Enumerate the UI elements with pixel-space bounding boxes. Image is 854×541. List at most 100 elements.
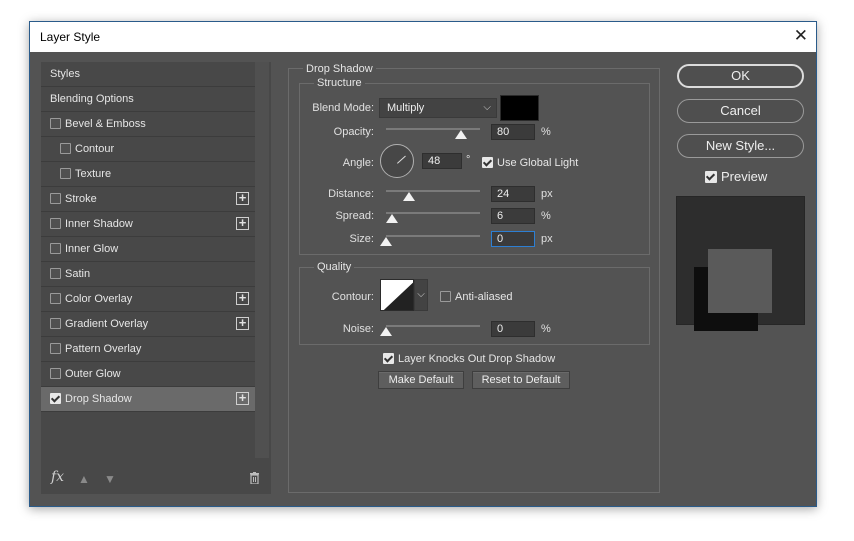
noise-input[interactable]: 0 (491, 321, 535, 337)
size-label: Size: (349, 233, 374, 245)
cancel-button[interactable]: Cancel (677, 99, 804, 123)
style-item-blending-options[interactable]: Blending Options (41, 87, 255, 112)
chevron-down-icon: ⌵ (483, 102, 491, 113)
style-checkbox[interactable] (50, 342, 61, 354)
style-item-label: Blending Options (50, 93, 134, 105)
spread-slider[interactable] (386, 212, 480, 214)
size-slider-thumb[interactable] (380, 237, 392, 246)
style-checkbox[interactable] (50, 242, 61, 254)
style-checkbox[interactable] (50, 292, 61, 304)
spread-unit: % (541, 210, 551, 222)
style-item-label: Styles (50, 68, 80, 80)
style-item-outer-glow[interactable]: Outer Glow (41, 362, 255, 387)
anti-aliased-label: Anti-aliased (455, 291, 513, 303)
knocks-out-checkbox[interactable]: Layer Knocks Out Drop Shadow (383, 352, 556, 365)
size-unit: px (541, 233, 553, 245)
move-up-icon[interactable]: ▲ (78, 472, 90, 486)
style-item-styles[interactable]: Styles (41, 62, 255, 87)
angle-dial[interactable] (380, 144, 414, 178)
noise-label: Noise: (342, 323, 374, 335)
move-down-icon[interactable]: ▼ (104, 472, 116, 486)
style-item-bevel-emboss[interactable]: Bevel & Emboss (41, 112, 255, 137)
anti-aliased-checkbox[interactable]: Anti-aliased (440, 290, 513, 303)
ok-button[interactable]: OK (677, 64, 804, 88)
preview-checkbox[interactable]: Preview (705, 169, 767, 184)
angle-input[interactable]: 48 (422, 153, 462, 169)
style-item-contour[interactable]: Contour (41, 137, 255, 162)
angle-label: Angle: (342, 157, 374, 169)
contour-dropdown-chevron-icon[interactable]: ⌵ (414, 279, 428, 311)
opacity-slider-thumb[interactable] (455, 130, 468, 139)
reset-to-default-button[interactable]: Reset to Default (472, 371, 570, 389)
spread-label: Spread: (335, 210, 374, 222)
style-checkbox[interactable] (50, 117, 61, 129)
style-item-pattern-overlay[interactable]: Pattern Overlay (41, 337, 255, 362)
style-checkbox[interactable] (50, 217, 61, 229)
add-effect-icon[interactable]: + (236, 291, 249, 305)
close-icon[interactable]: ✕ (794, 26, 808, 46)
style-item-label: Outer Glow (65, 368, 121, 380)
style-checkbox[interactable] (50, 392, 61, 404)
angle-unit: ° (466, 154, 471, 166)
add-effect-icon[interactable]: + (236, 216, 249, 230)
style-item-label: Contour (75, 143, 115, 155)
style-item-label: Inner Shadow (65, 218, 133, 230)
section-title: Drop Shadow (303, 63, 376, 75)
make-default-button[interactable]: Make Default (378, 371, 464, 389)
preview-label: Preview (721, 169, 768, 184)
layer-style-dialog: Layer Style ✕ Styles Blending Options Beve… (29, 21, 817, 507)
noise-slider[interactable] (386, 325, 480, 327)
blend-mode-value: Multiply (387, 102, 425, 114)
use-global-light-checkbox[interactable]: Use Global Light (482, 156, 579, 169)
style-checkbox[interactable] (50, 317, 61, 329)
blend-mode-select[interactable]: Multiply ⌵ (379, 98, 497, 118)
fx-icon[interactable]: fx (51, 469, 64, 485)
style-item-label: Gradient Overlay (65, 318, 149, 330)
opacity-input[interactable]: 80 (491, 124, 535, 140)
noise-slider-thumb[interactable] (380, 327, 392, 336)
distance-input[interactable]: 24 (491, 186, 535, 202)
style-item-label: Texture (75, 168, 112, 180)
structure-legend: Structure (314, 77, 365, 89)
style-item-stroke[interactable]: Stroke + (41, 187, 255, 212)
contour-preview[interactable] (380, 279, 414, 311)
style-item-gradient-overlay[interactable]: Gradient Overlay + (41, 312, 255, 337)
style-checkbox[interactable] (50, 267, 61, 279)
style-checkbox[interactable] (50, 192, 61, 204)
distance-slider[interactable] (386, 190, 480, 192)
style-item-inner-shadow[interactable]: Inner Shadow + (41, 212, 255, 237)
trash-icon[interactable] (249, 472, 260, 487)
style-item-texture[interactable]: Texture (41, 162, 255, 187)
preview-check-icon (705, 170, 717, 183)
add-effect-icon[interactable]: + (236, 316, 249, 330)
use-global-light-label: Use Global Light (497, 157, 579, 169)
style-checkbox[interactable] (60, 142, 71, 154)
structure-group: Structure Blend Mode: Multiply ⌵ Opacity… (299, 77, 650, 255)
shadow-color-swatch[interactable] (500, 95, 539, 121)
spread-slider-thumb[interactable] (385, 214, 398, 223)
style-item-color-overlay[interactable]: Color Overlay + (41, 287, 255, 312)
styles-panel: Styles Blending Options Bevel & Emboss Cont… (41, 62, 271, 494)
quality-group: Quality Contour: ⌵ Anti-aliased Noise: 0… (299, 261, 650, 345)
size-slider[interactable] (386, 235, 480, 237)
style-item-drop-shadow[interactable]: Drop Shadow + (41, 387, 255, 412)
style-item-satin[interactable]: Satin (41, 262, 255, 287)
style-item-label: Drop Shadow (65, 393, 132, 405)
spread-input[interactable]: 6 (491, 208, 535, 224)
add-effect-icon[interactable]: + (236, 191, 249, 205)
anti-aliased-check-icon (440, 290, 451, 302)
style-preview (676, 196, 805, 331)
style-checkbox[interactable] (60, 167, 71, 179)
style-item-label: Pattern Overlay (65, 343, 142, 355)
styles-scrollbar[interactable] (255, 62, 269, 458)
distance-slider-thumb[interactable] (402, 192, 415, 201)
contour-label: Contour: (331, 291, 374, 303)
knocks-out-label: Layer Knocks Out Drop Shadow (398, 353, 556, 365)
distance-unit: px (541, 188, 553, 200)
style-item-label: Stroke (65, 193, 97, 205)
add-effect-icon[interactable]: + (236, 391, 249, 405)
new-style-button[interactable]: New Style... (677, 134, 804, 158)
style-item-inner-glow[interactable]: Inner Glow (41, 237, 255, 262)
size-input[interactable]: 0 (491, 231, 535, 247)
style-checkbox[interactable] (50, 367, 61, 379)
